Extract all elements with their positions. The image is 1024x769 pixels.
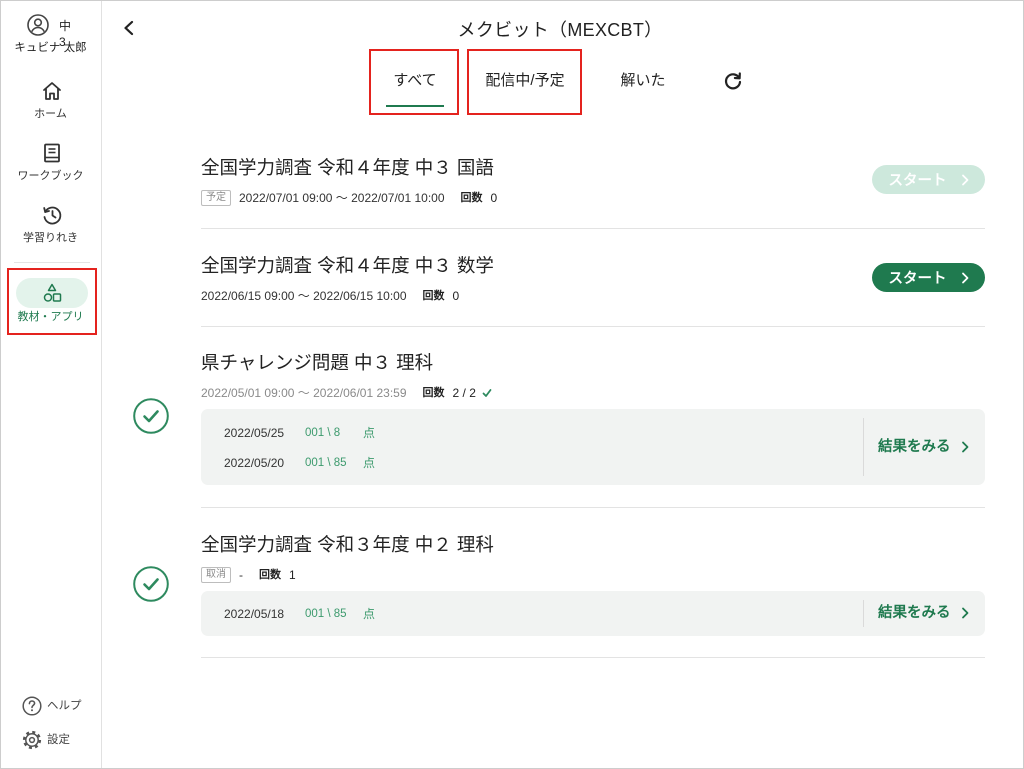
sidebar-item-label: ワークブック <box>17 170 84 182</box>
list-divider <box>201 326 985 327</box>
sidebar-item-home[interactable]: ホーム <box>0 80 101 126</box>
page-title: メクビット（MEXCBT） <box>457 20 663 40</box>
start-button[interactable]: スタート <box>872 165 985 194</box>
chevron-right-icon <box>961 272 969 284</box>
settings-link[interactable]: 設定 <box>0 730 101 750</box>
chevron-right-icon <box>961 607 969 619</box>
home-icon <box>41 80 63 102</box>
chevron-right-icon <box>961 174 969 186</box>
result-score: 001 \ 85 <box>305 457 347 469</box>
sidebar-item-label: 教材・アプリ <box>17 311 84 323</box>
results-panel: 2022/05/25 001 \ 8 点 2022/05/20 001 \ 85… <box>201 409 985 485</box>
check-circle-icon <box>133 566 169 602</box>
sidebar: 中3 キュビナ 太郎 ホーム ワークブック 学習りれき 教材・アプリ ヘルプ 設… <box>0 0 102 769</box>
status-badge: 予定 <box>201 190 231 206</box>
item-title: 全国学力調査 令和４年度 中３ 国語 <box>201 157 494 178</box>
item-meta: 取消 - 回数 1 <box>201 567 296 583</box>
start-button-label: スタート <box>888 271 947 287</box>
check-icon <box>482 388 492 398</box>
shapes-icon <box>42 283 62 303</box>
result-date: 2022/05/25 <box>224 426 285 440</box>
count-value: 0 <box>452 289 460 303</box>
item-title: 全国学力調査 令和３年度 中２ 理科 <box>201 534 494 555</box>
view-results-label: 結果をみる <box>878 605 951 621</box>
count-value: 2 / 2 <box>452 386 476 400</box>
count-label: 回数 <box>422 387 445 399</box>
tab-all[interactable]: すべて <box>370 71 460 91</box>
help-label: ヘルプ <box>47 700 82 712</box>
settings-label: 設定 <box>47 734 70 746</box>
start-button-label: スタート <box>888 173 947 189</box>
count-label: 回数 <box>259 569 281 581</box>
item-title: 全国学力調査 令和４年度 中３ 数学 <box>201 255 494 276</box>
result-score: 001 \ 8 <box>305 427 341 439</box>
sidebar-item-label: ホーム <box>34 108 67 120</box>
result-unit: 点 <box>363 456 376 470</box>
book-icon <box>41 142 63 164</box>
results-panel: 2022/05/18 001 \ 85 点 結果をみる <box>201 591 985 636</box>
view-results-label: 結果をみる <box>878 439 951 455</box>
item-meta: 2022/06/15 09:00 ～ 2022/06/15 10:00 回数 0 <box>201 288 459 304</box>
item-meta: 予定 2022/07/01 09:00 ～ 2022/07/01 10:00 回… <box>201 190 497 206</box>
sidebar-item-history[interactable]: 学習りれき <box>0 204 101 250</box>
chevron-left-icon[interactable] <box>121 20 137 36</box>
count-label: 回数 <box>422 290 445 302</box>
count-value: 0 <box>490 191 498 205</box>
results-separator <box>863 418 864 476</box>
result-date: 2022/05/18 <box>224 607 285 621</box>
tab-solved[interactable]: 解いた <box>598 71 688 91</box>
app-window: 中3 キュビナ 太郎 ホーム ワークブック 学習りれき 教材・アプリ ヘルプ 設… <box>0 0 1024 769</box>
sidebar-item-materials-apps[interactable]: 教材・アプリ <box>0 278 101 328</box>
refresh-icon[interactable] <box>723 71 743 91</box>
item-title: 県チャレンジ問題 中３ 理科 <box>201 352 434 373</box>
item-period: 2022/05/01 09:00 ～ 2022/06/01 23:59 <box>201 386 407 400</box>
status-badge: 取消 <box>201 567 231 583</box>
tab-delivering-scheduled[interactable]: 配信中/予定 <box>468 71 582 91</box>
gear-icon <box>22 730 42 750</box>
user-circle-icon <box>27 14 49 36</box>
count-label: 回数 <box>460 192 483 204</box>
check-circle-icon <box>133 398 169 434</box>
help-link[interactable]: ヘルプ <box>0 696 101 716</box>
view-results-link[interactable]: 結果をみる <box>878 604 969 622</box>
start-button[interactable]: スタート <box>872 263 985 292</box>
active-tab-underline <box>386 105 444 107</box>
chevron-right-icon <box>961 441 969 453</box>
list-divider <box>201 228 985 229</box>
results-separator <box>863 600 864 627</box>
item-period: 2022/06/15 09:00 ～ 2022/06/15 10:00 <box>201 289 407 303</box>
result-score: 001 \ 85 <box>305 608 347 620</box>
count-value: 1 <box>289 568 296 582</box>
user-name: キュビナ 太郎 <box>14 42 87 54</box>
result-date: 2022/05/20 <box>224 456 285 470</box>
item-meta: 2022/05/01 09:00 ～ 2022/06/01 23:59 回数 2… <box>201 385 492 401</box>
item-period: 2022/07/01 09:00 ～ 2022/07/01 10:00 <box>239 191 445 205</box>
history-icon <box>41 204 63 226</box>
sidebar-divider <box>14 262 90 263</box>
view-results-link[interactable]: 結果をみる <box>878 438 969 456</box>
sidebar-item-label: 学習りれき <box>23 232 78 244</box>
result-unit: 点 <box>363 607 376 621</box>
item-period: - <box>239 568 243 582</box>
result-unit: 点 <box>363 426 376 440</box>
sidebar-item-workbook[interactable]: ワークブック <box>0 142 101 188</box>
list-divider <box>201 657 985 658</box>
help-icon <box>22 696 42 716</box>
list-divider <box>201 507 985 508</box>
